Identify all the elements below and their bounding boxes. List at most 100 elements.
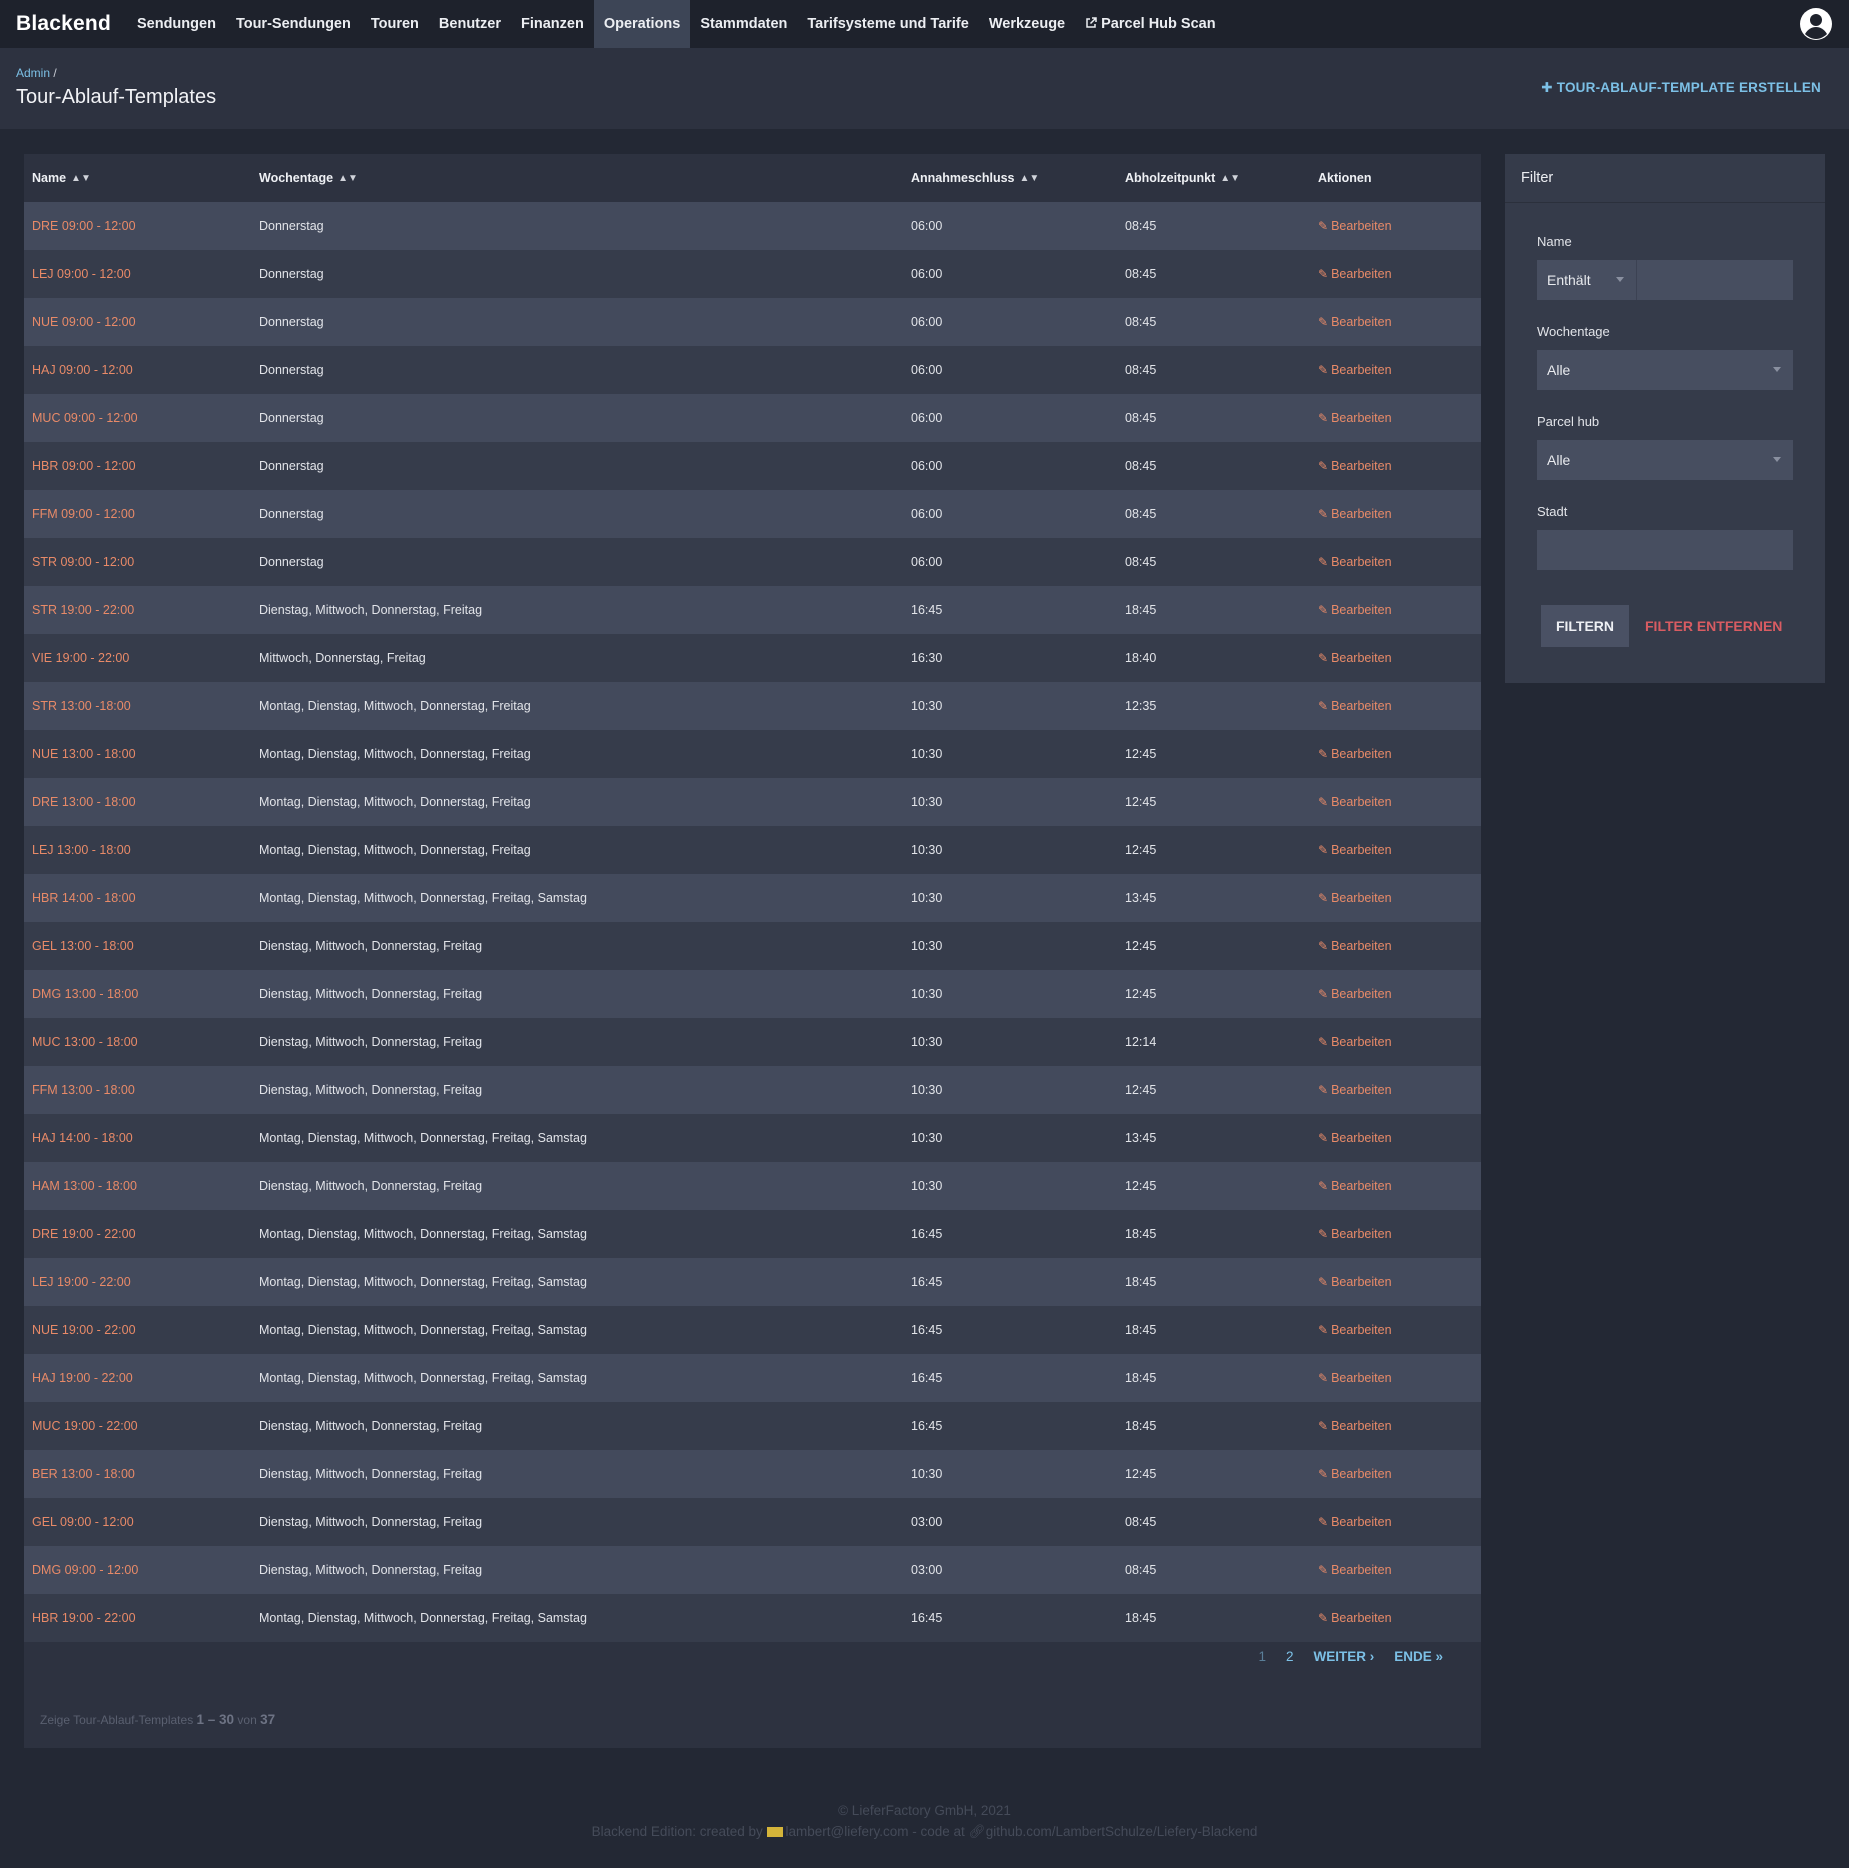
row-edit-action[interactable]: ✎ Bearbeiten [1310,298,1481,346]
row-name-link[interactable]: VIE 19:00 - 22:00 [24,634,251,682]
row-edit-action[interactable]: ✎ Bearbeiten [1310,1402,1481,1450]
column-header-name[interactable]: Name ▲▼ [24,154,251,202]
nav-item-tour-sendungen[interactable]: Tour-Sendungen [226,0,361,48]
row-edit-action[interactable]: ✎ Bearbeiten [1310,1066,1481,1114]
filter-name-mode-select[interactable]: Enthält [1537,260,1637,300]
nav-item-stammdaten[interactable]: Stammdaten [690,0,797,48]
row-edit-action[interactable]: ✎ Bearbeiten [1310,1258,1481,1306]
edit-label: Bearbeiten [1331,363,1392,377]
row-name-link[interactable]: DRE 13:00 - 18:00 [24,778,251,826]
row-edit-action[interactable]: ✎ Bearbeiten [1310,202,1481,250]
nav-item-touren[interactable]: Touren [361,0,429,48]
row-edit-action[interactable]: ✎ Bearbeiten [1310,586,1481,634]
row-name-link[interactable]: LEJ 09:00 - 12:00 [24,250,251,298]
nav-item-tarifsysteme[interactable]: Tarifsysteme und Tarife [797,0,978,48]
clear-filter-button[interactable]: FILTER ENTFERNEN [1645,605,1782,647]
row-name-link[interactable]: MUC 09:00 - 12:00 [24,394,251,442]
edit-label: Bearbeiten [1331,1275,1392,1289]
row-name-link[interactable]: LEJ 13:00 - 18:00 [24,826,251,874]
row-edit-action[interactable]: ✎ Bearbeiten [1310,826,1481,874]
filter-weekdays-select[interactable]: Alle [1537,350,1793,390]
row-name-link[interactable]: MUC 13:00 - 18:00 [24,1018,251,1066]
filter-city-input[interactable] [1537,530,1793,570]
row-edit-action[interactable]: ✎ Bearbeiten [1310,490,1481,538]
nav-item-sendungen[interactable]: Sendungen [127,0,226,48]
row-name-link[interactable]: FFM 09:00 - 12:00 [24,490,251,538]
row-name-link[interactable]: DMG 13:00 - 18:00 [24,970,251,1018]
nav-item-parcel-hub-scan[interactable]: Parcel Hub Scan [1075,0,1225,48]
row-name-link[interactable]: GEL 09:00 - 12:00 [24,1498,251,1546]
row-edit-action[interactable]: ✎ Bearbeiten [1310,538,1481,586]
column-header-annahmeschluss[interactable]: Annahmeschluss ▲▼ [903,154,1117,202]
filter-hub-select[interactable]: Alle [1537,440,1793,480]
row-edit-action[interactable]: ✎ Bearbeiten [1310,778,1481,826]
row-edit-action[interactable]: ✎ Bearbeiten [1310,730,1481,778]
nav-item-operations[interactable]: Operations [593,0,691,48]
row-edit-action[interactable]: ✎ Bearbeiten [1310,1210,1481,1258]
row-name-link[interactable]: BER 13:00 - 18:00 [24,1450,251,1498]
row-name-link[interactable]: GEL 13:00 - 18:00 [24,922,251,970]
row-abholzeitpunkt: 18:45 [1117,1306,1310,1354]
row-name-link[interactable]: NUE 19:00 - 22:00 [24,1306,251,1354]
row-name-link[interactable]: HAJ 19:00 - 22:00 [24,1354,251,1402]
row-edit-action[interactable]: ✎ Bearbeiten [1310,346,1481,394]
nav-item-parcel-hub-scan-label: Parcel Hub Scan [1101,16,1216,32]
row-edit-action[interactable]: ✎ Bearbeiten [1310,1594,1481,1642]
column-header-abholzeitpunkt[interactable]: Abholzeitpunkt ▲▼ [1117,154,1310,202]
nav-item-finanzen[interactable]: Finanzen [511,0,594,48]
row-edit-action[interactable]: ✎ Bearbeiten [1310,1498,1481,1546]
row-name-link[interactable]: HAJ 14:00 - 18:00 [24,1114,251,1162]
next-page-link[interactable]: WEITER › [1303,1649,1384,1664]
row-edit-action[interactable]: ✎ Bearbeiten [1310,634,1481,682]
row-name-link[interactable]: MUC 19:00 - 22:00 [24,1402,251,1450]
row-name-link[interactable]: HBR 14:00 - 18:00 [24,874,251,922]
row-edit-action[interactable]: ✎ Bearbeiten [1310,1018,1481,1066]
footer-repo-link[interactable]: github.com/LambertSchulze/Liefery-Blacke… [986,1824,1258,1839]
row-edit-action[interactable]: ✎ Bearbeiten [1310,682,1481,730]
row-name-link[interactable]: NUE 09:00 - 12:00 [24,298,251,346]
row-edit-action[interactable]: ✎ Bearbeiten [1310,1306,1481,1354]
row-edit-action[interactable]: ✎ Bearbeiten [1310,1546,1481,1594]
user-avatar-icon[interactable] [1799,7,1833,41]
row-abholzeitpunkt: 12:35 [1117,682,1310,730]
footer-email-link[interactable]: lambert@liefery.com [786,1824,909,1839]
apply-filter-button[interactable]: FILTERN [1541,605,1629,647]
row-name-link[interactable]: HBR 19:00 - 22:00 [24,1594,251,1642]
row-name-link[interactable]: NUE 13:00 - 18:00 [24,730,251,778]
page-2-link[interactable]: 2 [1276,1649,1304,1664]
row-name-link[interactable]: HAM 13:00 - 18:00 [24,1162,251,1210]
row-name-link[interactable]: DMG 09:00 - 12:00 [24,1546,251,1594]
pencil-icon: ✎ [1318,555,1329,569]
row-edit-action[interactable]: ✎ Bearbeiten [1310,442,1481,490]
nav-item-benutzer[interactable]: Benutzer [429,0,511,48]
row-abholzeitpunkt: 08:45 [1117,538,1310,586]
row-edit-action[interactable]: ✎ Bearbeiten [1310,394,1481,442]
row-edit-action[interactable]: ✎ Bearbeiten [1310,250,1481,298]
row-edit-action[interactable]: ✎ Bearbeiten [1310,1450,1481,1498]
row-name-link[interactable]: HAJ 09:00 - 12:00 [24,346,251,394]
row-name-link[interactable]: STR 19:00 - 22:00 [24,586,251,634]
nav-item-werkzeuge[interactable]: Werkzeuge [979,0,1075,48]
row-edit-action[interactable]: ✎ Bearbeiten [1310,1114,1481,1162]
row-name-link[interactable]: STR 09:00 - 12:00 [24,538,251,586]
create-template-button[interactable]: ✚ TOUR-ABLAUF-TEMPLATE ERSTELLEN [1541,80,1821,96]
row-edit-action[interactable]: ✎ Bearbeiten [1310,970,1481,1018]
row-name-link[interactable]: LEJ 19:00 - 22:00 [24,1258,251,1306]
brand-logo[interactable]: Blackend [0,12,127,36]
breadcrumb-admin-link[interactable]: Admin [16,66,50,80]
row-abholzeitpunkt: 08:45 [1117,394,1310,442]
row-name-link[interactable]: DRE 19:00 - 22:00 [24,1210,251,1258]
last-page-link[interactable]: ENDE » [1384,1649,1453,1664]
row-edit-action[interactable]: ✎ Bearbeiten [1310,1354,1481,1402]
row-name-link[interactable]: HBR 09:00 - 12:00 [24,442,251,490]
row-edit-action[interactable]: ✎ Bearbeiten [1310,1162,1481,1210]
row-annahmeschluss: 16:45 [903,1354,1117,1402]
row-name-link[interactable]: DRE 09:00 - 12:00 [24,202,251,250]
row-name-link[interactable]: FFM 13:00 - 18:00 [24,1066,251,1114]
column-header-wochentage[interactable]: Wochentage ▲▼ [251,154,903,202]
row-name-link[interactable]: STR 13:00 -18:00 [24,682,251,730]
row-edit-action[interactable]: ✎ Bearbeiten [1310,922,1481,970]
table-row: FFM 09:00 - 12:00 Donnerstag 06:00 08:45 ✎ Be… [24,490,1481,538]
row-edit-action[interactable]: ✎ Bearbeiten [1310,874,1481,922]
edit-label: Bearbeiten [1331,1515,1392,1529]
